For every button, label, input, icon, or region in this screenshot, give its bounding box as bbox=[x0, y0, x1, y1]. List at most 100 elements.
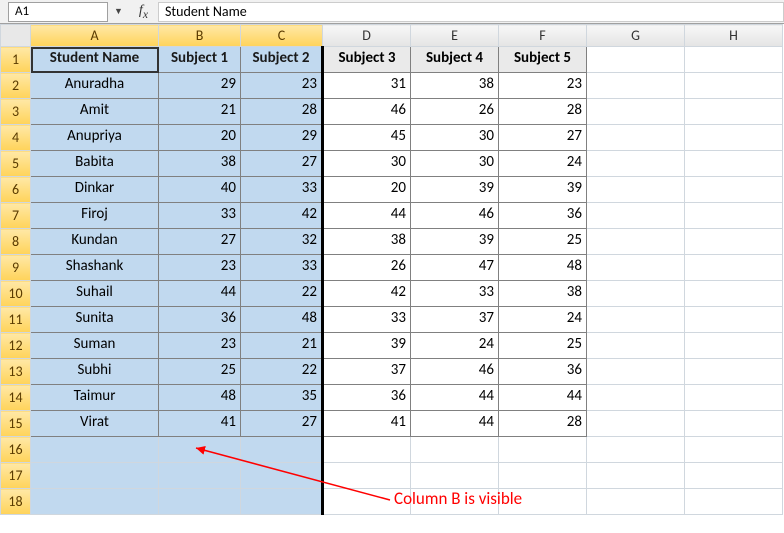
cell-H6[interactable] bbox=[685, 177, 783, 203]
select-all-corner[interactable] bbox=[1, 25, 31, 47]
cell-G9[interactable] bbox=[587, 255, 685, 281]
cell-F13[interactable]: 36 bbox=[499, 359, 587, 385]
cell-G2[interactable] bbox=[587, 73, 685, 99]
cell-B17[interactable] bbox=[159, 463, 241, 489]
cell-E14[interactable]: 44 bbox=[411, 385, 499, 411]
cell-B11[interactable]: 36 bbox=[159, 307, 241, 333]
col-head-d[interactable]: D bbox=[323, 25, 411, 47]
cell-A3[interactable]: Amit bbox=[31, 99, 159, 125]
row-head-11[interactable]: 11 bbox=[1, 307, 31, 333]
cell-G7[interactable] bbox=[587, 203, 685, 229]
cell-D1[interactable]: Subject 3 bbox=[323, 47, 411, 73]
cell-G12[interactable] bbox=[587, 333, 685, 359]
cell-C7[interactable]: 42 bbox=[241, 203, 323, 229]
cell-G5[interactable] bbox=[587, 151, 685, 177]
col-head-h[interactable]: H bbox=[685, 25, 783, 47]
cell-H5[interactable] bbox=[685, 151, 783, 177]
cell-E7[interactable]: 46 bbox=[411, 203, 499, 229]
row-head-3[interactable]: 3 bbox=[1, 99, 31, 125]
row-head-10[interactable]: 10 bbox=[1, 281, 31, 307]
cell-E3[interactable]: 26 bbox=[411, 99, 499, 125]
cell-C6[interactable]: 33 bbox=[241, 177, 323, 203]
cell-B5[interactable]: 38 bbox=[159, 151, 241, 177]
cell-B1[interactable]: Subject 1 bbox=[159, 47, 241, 73]
cell-B15[interactable]: 41 bbox=[159, 411, 241, 437]
cell-A1[interactable]: Student Name bbox=[31, 47, 159, 73]
cell-A18[interactable] bbox=[31, 489, 159, 515]
cell-A6[interactable]: Dinkar bbox=[31, 177, 159, 203]
cell-F8[interactable]: 25 bbox=[499, 229, 587, 255]
cell-F16[interactable] bbox=[499, 437, 587, 463]
cell-C9[interactable]: 33 bbox=[241, 255, 323, 281]
row-head-12[interactable]: 12 bbox=[1, 333, 31, 359]
cell-H7[interactable] bbox=[685, 203, 783, 229]
row-head-16[interactable]: 16 bbox=[1, 437, 31, 463]
cell-B16[interactable] bbox=[159, 437, 241, 463]
cell-H2[interactable] bbox=[685, 73, 783, 99]
cell-C2[interactable]: 23 bbox=[241, 73, 323, 99]
cell-E10[interactable]: 33 bbox=[411, 281, 499, 307]
cell-F1[interactable]: Subject 5 bbox=[499, 47, 587, 73]
cell-C17[interactable] bbox=[241, 463, 323, 489]
cell-E11[interactable]: 37 bbox=[411, 307, 499, 333]
cell-G1[interactable] bbox=[587, 47, 685, 73]
cell-F2[interactable]: 23 bbox=[499, 73, 587, 99]
cell-D17[interactable] bbox=[323, 463, 411, 489]
row-head-15[interactable]: 15 bbox=[1, 411, 31, 437]
cell-C12[interactable]: 21 bbox=[241, 333, 323, 359]
cell-A8[interactable]: Kundan bbox=[31, 229, 159, 255]
cell-H17[interactable] bbox=[685, 463, 783, 489]
cell-G4[interactable] bbox=[587, 125, 685, 151]
cell-G17[interactable] bbox=[587, 463, 685, 489]
cell-E6[interactable]: 39 bbox=[411, 177, 499, 203]
cell-A7[interactable]: Firoj bbox=[31, 203, 159, 229]
cell-B7[interactable]: 33 bbox=[159, 203, 241, 229]
cell-F9[interactable]: 48 bbox=[499, 255, 587, 281]
cell-B6[interactable]: 40 bbox=[159, 177, 241, 203]
cell-G11[interactable] bbox=[587, 307, 685, 333]
cell-G15[interactable] bbox=[587, 411, 685, 437]
cell-G6[interactable] bbox=[587, 177, 685, 203]
row-head-8[interactable]: 8 bbox=[1, 229, 31, 255]
cell-B3[interactable]: 21 bbox=[159, 99, 241, 125]
cell-F11[interactable]: 24 bbox=[499, 307, 587, 333]
cell-E16[interactable] bbox=[411, 437, 499, 463]
row-head-4[interactable]: 4 bbox=[1, 125, 31, 151]
cell-G8[interactable] bbox=[587, 229, 685, 255]
cell-C15[interactable]: 27 bbox=[241, 411, 323, 437]
cell-A12[interactable]: Suman bbox=[31, 333, 159, 359]
cell-C13[interactable]: 22 bbox=[241, 359, 323, 385]
cell-B10[interactable]: 44 bbox=[159, 281, 241, 307]
cell-A11[interactable]: Sunita bbox=[31, 307, 159, 333]
cell-A13[interactable]: Subhi bbox=[31, 359, 159, 385]
cell-H15[interactable] bbox=[685, 411, 783, 437]
cell-E17[interactable] bbox=[411, 463, 499, 489]
cell-C3[interactable]: 28 bbox=[241, 99, 323, 125]
cell-G10[interactable] bbox=[587, 281, 685, 307]
row-head-9[interactable]: 9 bbox=[1, 255, 31, 281]
row-head-5[interactable]: 5 bbox=[1, 151, 31, 177]
cell-E13[interactable]: 46 bbox=[411, 359, 499, 385]
cell-G3[interactable] bbox=[587, 99, 685, 125]
cell-D16[interactable] bbox=[323, 437, 411, 463]
row-head-1[interactable]: 1 bbox=[1, 47, 31, 73]
cell-B14[interactable]: 48 bbox=[159, 385, 241, 411]
cell-A5[interactable]: Babita bbox=[31, 151, 159, 177]
cell-G16[interactable] bbox=[587, 437, 685, 463]
cell-C1[interactable]: Subject 2 bbox=[241, 47, 323, 73]
cell-A9[interactable]: Shashank bbox=[31, 255, 159, 281]
cell-A16[interactable] bbox=[31, 437, 159, 463]
cell-F4[interactable]: 27 bbox=[499, 125, 587, 151]
cell-E1[interactable]: Subject 4 bbox=[411, 47, 499, 73]
cell-A10[interactable]: Suhail bbox=[31, 281, 159, 307]
row-head-7[interactable]: 7 bbox=[1, 203, 31, 229]
cell-B12[interactable]: 23 bbox=[159, 333, 241, 359]
cell-E4[interactable]: 30 bbox=[411, 125, 499, 151]
cell-H13[interactable] bbox=[685, 359, 783, 385]
cell-C18[interactable] bbox=[241, 489, 323, 515]
cell-G18[interactable] bbox=[587, 489, 685, 515]
cell-C4[interactable]: 29 bbox=[241, 125, 323, 151]
col-head-c[interactable]: C bbox=[241, 25, 323, 47]
cell-H9[interactable] bbox=[685, 255, 783, 281]
cell-H3[interactable] bbox=[685, 99, 783, 125]
